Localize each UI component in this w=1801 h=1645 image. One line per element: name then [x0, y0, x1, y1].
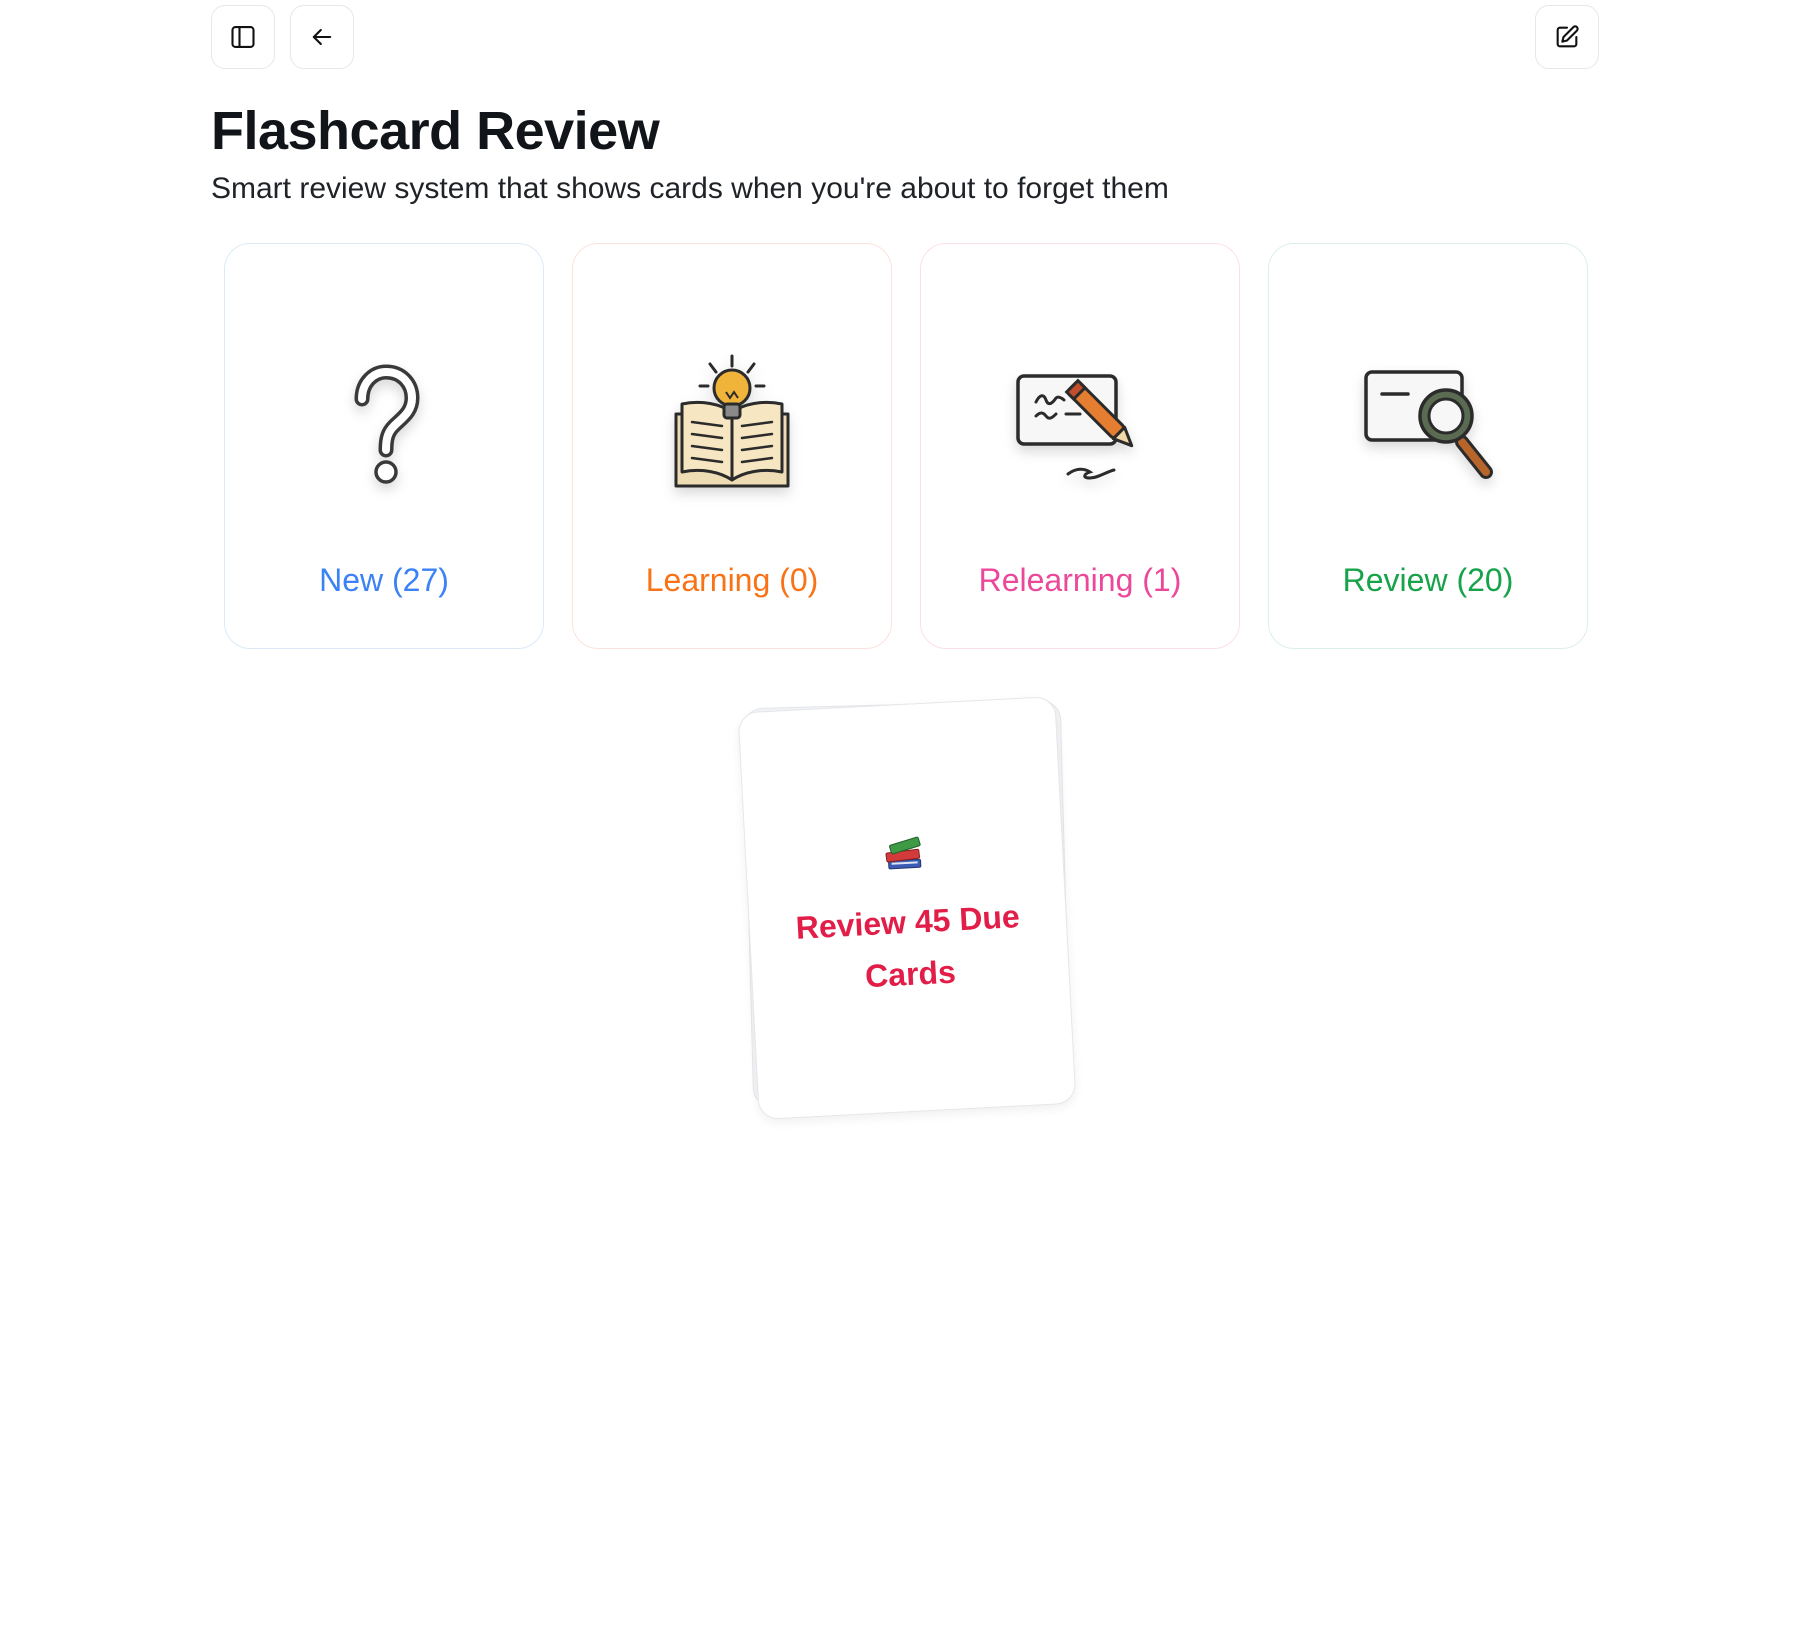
review-deck: Review 45 Due Cards — [737, 690, 1078, 1121]
edit-icon — [1556, 25, 1579, 48]
stat-label-review: Review (20) — [1342, 562, 1514, 598]
start-review-label: Review 45 Due Cards — [794, 898, 1021, 995]
sidebar-toggle-icon — [231, 26, 255, 48]
stat-card-review[interactable]: Review (20) — [1268, 243, 1588, 649]
stat-card-relearning[interactable]: Relearning (1) — [920, 243, 1240, 649]
stat-label-learning: Learning (0) — [645, 562, 819, 598]
open-book-lightbulb-icon — [674, 354, 790, 488]
start-review-card[interactable]: Review 45 Due Cards — [737, 695, 1077, 1121]
back-button[interactable] — [290, 5, 354, 69]
edit-button[interactable] — [1535, 5, 1599, 69]
books-icon — [885, 836, 922, 870]
stat-label-new: New (27) — [319, 562, 449, 598]
sidebar-toggle-button[interactable] — [211, 5, 275, 69]
card-pencil-icon — [1016, 374, 1134, 480]
page-subtitle: Smart review system that shows cards whe… — [211, 172, 1169, 205]
stat-label-relearning: Relearning (1) — [978, 562, 1182, 598]
page-title: Flashcard Review — [211, 101, 660, 161]
question-mark-icon — [354, 364, 420, 484]
stat-card-new[interactable]: New (27) — [224, 243, 544, 649]
arrow-left-icon — [312, 28, 332, 46]
card-magnifier-icon — [1364, 370, 1493, 479]
stat-card-learning[interactable]: Learning (0) — [572, 243, 892, 649]
